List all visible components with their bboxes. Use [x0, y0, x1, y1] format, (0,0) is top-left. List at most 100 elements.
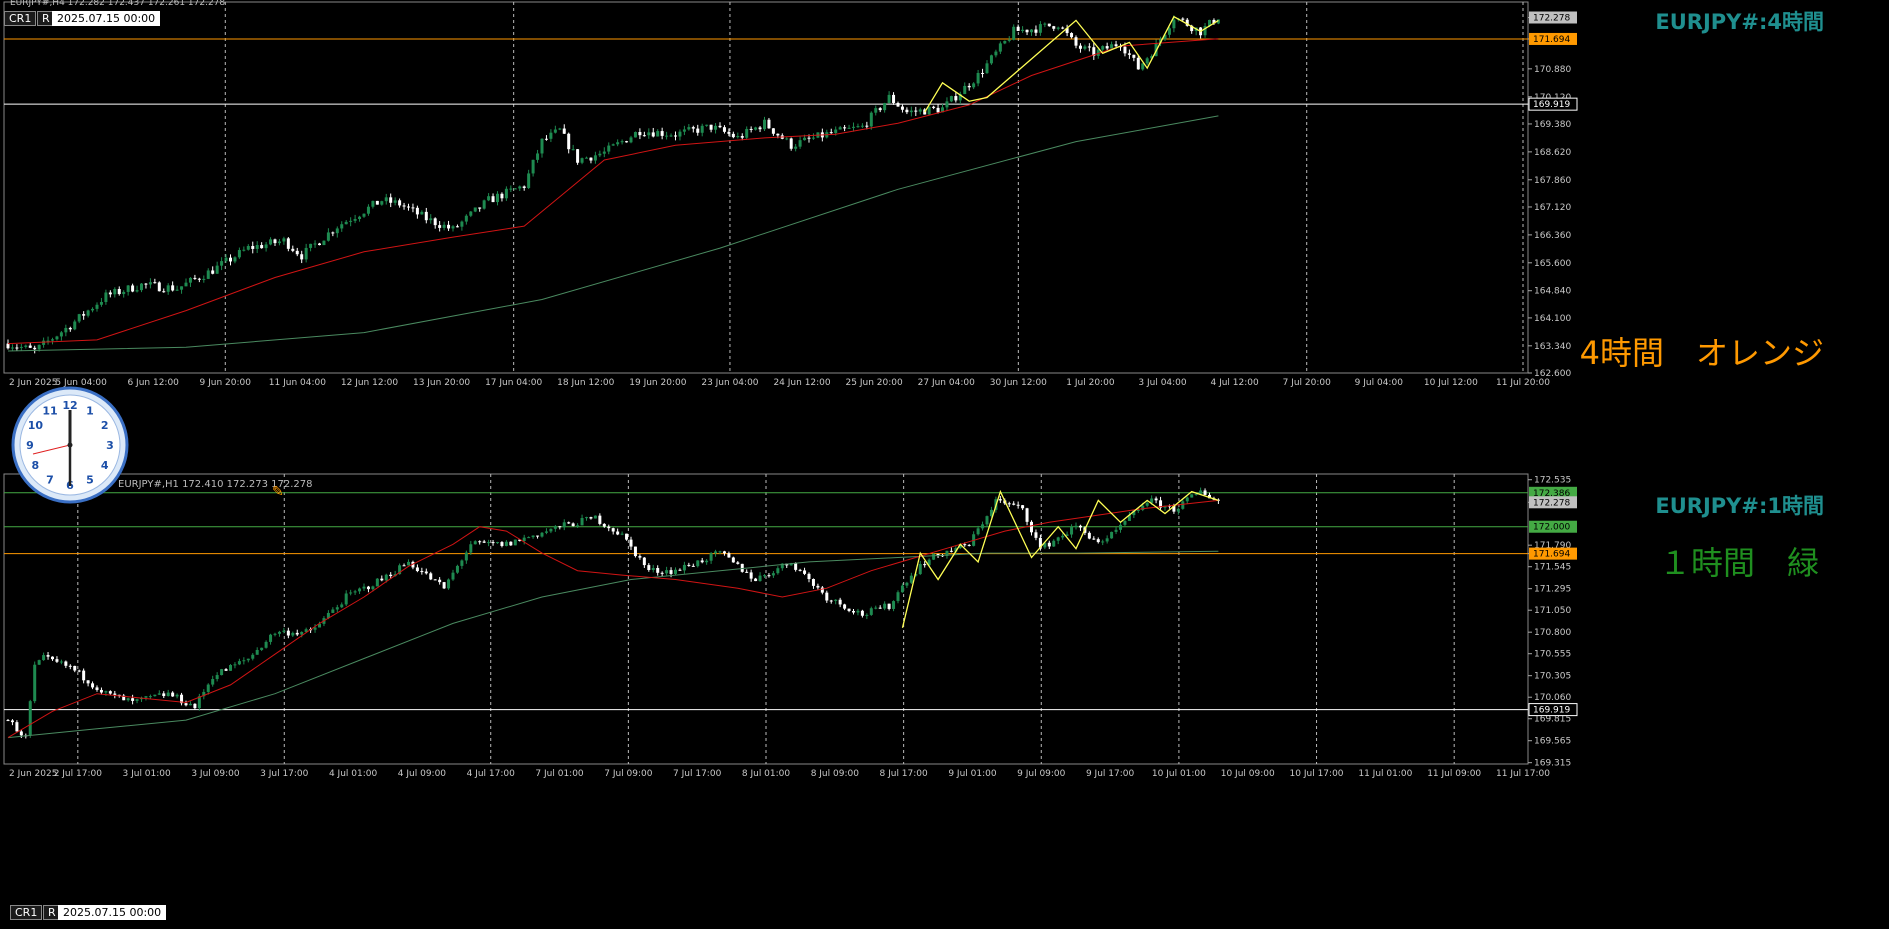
zigzag-line: [901, 489, 1219, 628]
candle-body: [900, 585, 904, 593]
candle-body: [496, 542, 499, 544]
candle-body: [273, 239, 277, 244]
y-tick-label: 169.815: [1534, 715, 1571, 725]
candle-body: [887, 603, 891, 609]
candle-body: [491, 196, 495, 203]
candle-body: [829, 132, 833, 134]
candle-body: [277, 631, 281, 634]
candle-body: [789, 138, 793, 149]
candle-body: [487, 542, 491, 544]
candle-body: [487, 196, 491, 201]
mode-cr-button[interactable]: CR1: [4, 11, 37, 26]
candle-body: [469, 544, 473, 553]
candle-body: [527, 537, 531, 539]
candle-body: [798, 569, 802, 571]
candle-body: [1025, 29, 1029, 33]
candle-body: [669, 570, 673, 574]
candle-body: [794, 563, 798, 570]
candle-body: [513, 188, 517, 190]
candle-body: [269, 239, 273, 245]
candle-body: [33, 347, 37, 350]
candle-body: [220, 669, 224, 676]
x-tick-label: 4 Jul 09:00: [398, 769, 447, 779]
mode-cr-button[interactable]: CR1: [10, 905, 43, 920]
candle-body: [411, 207, 415, 209]
candle-body: [1136, 509, 1140, 511]
plot-frame: [3, 1, 1529, 374]
candle-body: [847, 608, 851, 612]
candle-body: [95, 304, 99, 309]
candle-body: [429, 573, 433, 580]
candle-body: [531, 159, 535, 174]
x-tick-label: 8 Jul 01:00: [742, 769, 791, 779]
candle-body: [892, 94, 896, 103]
candle-body: [318, 243, 321, 246]
candle-body: [148, 282, 152, 285]
candle-body: [567, 133, 571, 150]
candle-body: [763, 575, 766, 577]
candle-body: [211, 679, 215, 685]
candle-body: [491, 542, 495, 544]
candle-body: [518, 186, 522, 189]
candle-body: [340, 604, 344, 608]
x-tick-label: 11 Jul 20:00: [1496, 378, 1550, 388]
candle-body: [295, 632, 299, 635]
candle-body: [366, 586, 370, 590]
candle-body: [95, 687, 99, 690]
candle-body: [580, 518, 584, 526]
candle-body: [585, 157, 588, 159]
candle-body: [963, 544, 967, 546]
y-tick-label: 169.315: [1534, 759, 1571, 769]
candle-body: [536, 153, 540, 160]
candle-body: [1181, 18, 1185, 20]
x-tick-label: 23 Jun 04:00: [701, 378, 758, 388]
drag-handle-icon[interactable]: ✎: [272, 484, 284, 500]
candle-body: [415, 207, 419, 215]
y-tick-label: 171.050: [1534, 606, 1571, 616]
x-tick-label: 4 Jul 12:00: [1210, 378, 1259, 388]
candle-body: [1016, 26, 1020, 31]
candle-body: [998, 43, 1002, 52]
candle-body: [59, 332, 63, 337]
candle-body: [86, 310, 90, 316]
candle-body: [602, 151, 606, 154]
candle-body: [1167, 28, 1171, 35]
candle-body: [104, 292, 108, 303]
candle-body: [464, 552, 468, 561]
candle-body: [335, 228, 339, 234]
x-tick-label: 9 Jul 04:00: [1355, 378, 1404, 388]
candle-body: [620, 533, 624, 535]
candle-body: [99, 689, 103, 693]
candle-body: [344, 221, 348, 225]
candle-body: [678, 131, 682, 137]
x-tick-label: 10 Jul 01:00: [1152, 769, 1206, 779]
candle-body: [331, 609, 335, 613]
clock-widget[interactable]: 123456789101112: [11, 386, 129, 504]
candle-body: [696, 560, 700, 567]
y-tick-label: 172.535: [1534, 476, 1571, 486]
candle-body: [856, 610, 860, 613]
candle-body: [135, 290, 139, 292]
y-tick-label: 164.840: [1534, 287, 1571, 297]
candle-body: [647, 565, 651, 570]
candle-body: [1154, 498, 1158, 501]
candle-body: [656, 568, 660, 573]
candle-body: [923, 564, 927, 566]
candle-body: [304, 247, 308, 260]
y-tick-label: 171.295: [1534, 585, 1571, 595]
candle-body: [19, 346, 23, 348]
candle-body: [260, 245, 264, 249]
candle-body: [976, 72, 980, 84]
candle-body: [754, 578, 758, 582]
x-tick-label: 18 Jun 12:00: [557, 378, 614, 388]
clock-numeral: 4: [101, 459, 109, 472]
candle-body: [509, 541, 513, 546]
h1-chart-pane[interactable]: 2 Jun 2025 2 Jul 17:00 3 Jul 01:00 3 Jul 09…: [0, 472, 1889, 929]
x-tick-label: 1 Jul 20:00: [1066, 378, 1115, 388]
h4-chart-pane[interactable]: 2 Jun 2025 5 Jun 04:00 6 Jun 12:00 9 Jun 20…: [0, 0, 1889, 470]
candle-body: [1007, 503, 1011, 505]
candle-body: [113, 693, 117, 695]
candle-body: [1132, 54, 1136, 58]
candle-body: [949, 550, 953, 552]
candle-body: [976, 528, 980, 535]
